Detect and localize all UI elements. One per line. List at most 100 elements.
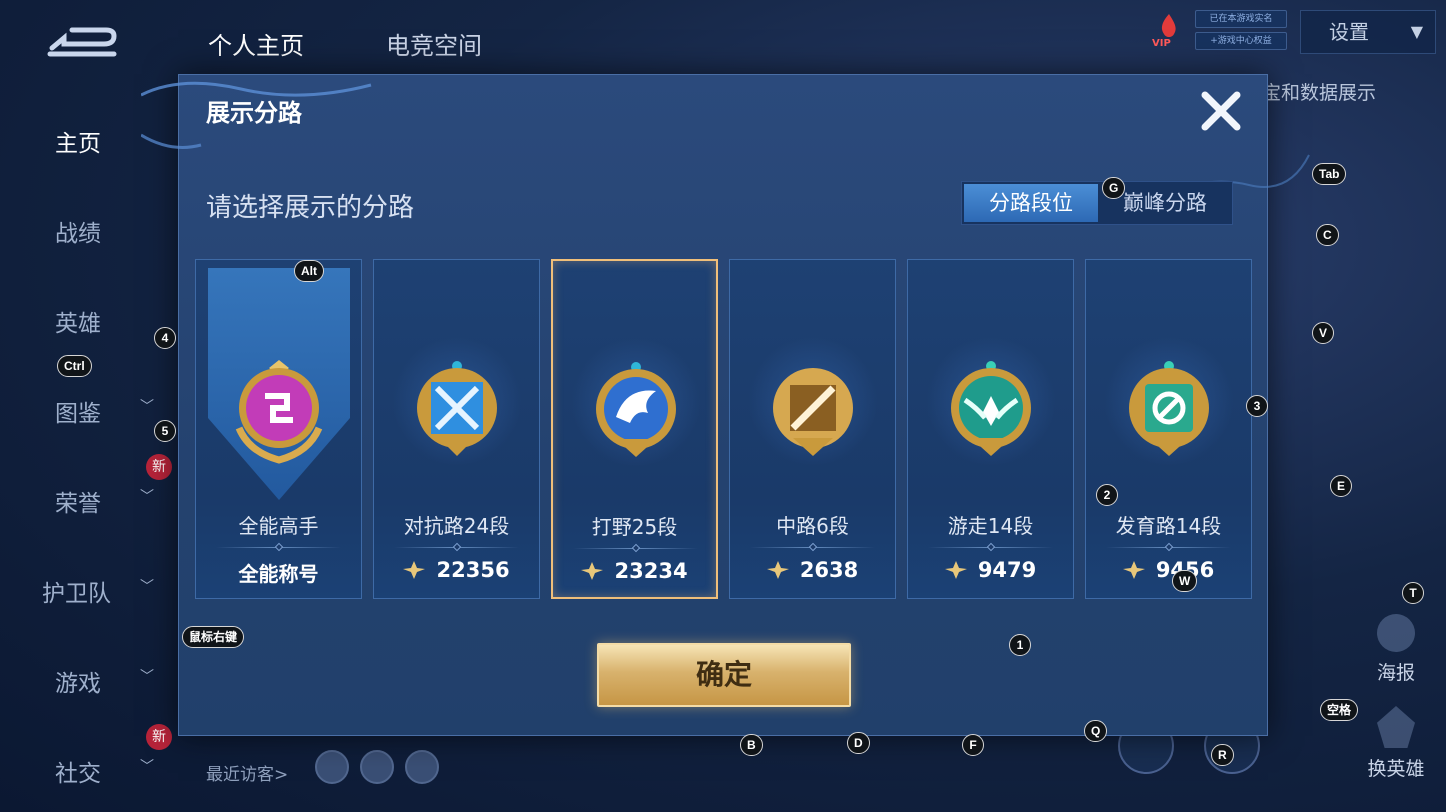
key-hint-r: R [1211,744,1234,766]
lane-card-clash-lane[interactable]: 对抗路24段 22356 [373,259,540,599]
sidebar-item-records[interactable]: 战绩 [0,208,180,248]
lane-label: 中路6段 [776,514,849,538]
lane-display-dialog: 展示分路 请选择展示的分路 分路段位 巅峰分路 全能高手 全能称号 对抗路24段… [141,74,1310,736]
change-hero-label: 换英雄 [1367,758,1425,780]
key-hint-d: D [847,732,870,754]
avatar[interactable] [315,750,349,784]
sidebar-item-codex[interactable]: 图鉴 ﹀ [0,388,180,428]
lane-label: 发育路14段 [1115,514,1222,538]
key-hint-4: 4 [154,327,176,349]
sidebar-item-label: 护卫队 [42,581,111,607]
lane-card-mid-lane[interactable]: 中路6段 2638 [729,259,896,599]
divider [808,542,818,552]
key-hint-g: G [1102,177,1126,199]
sidebar-item-label: 英雄 [55,311,101,337]
dialog-title: 展示分路 [206,99,302,127]
lane-card-roam[interactable]: 游走14段 9479 [907,259,1074,599]
key-hint-alt: Alt [294,260,324,282]
sidebar-item-label: 战绩 [55,221,101,247]
avatar[interactable] [405,750,439,784]
score-row: 23234 [553,559,716,589]
score-value: 2638 [799,558,859,582]
title-row: 全能称号 [196,558,361,588]
key-hint-w: W [1172,570,1198,592]
key-hint-e: E [1330,475,1353,497]
tab-personal-home[interactable]: 个人主页 [208,26,304,61]
lane-card-all-rounder[interactable]: 全能高手 全能称号 [195,259,362,599]
chevron-down-icon: ﹀ [140,579,154,595]
rank-points-icon [581,562,604,580]
rank-points-icon [944,561,967,579]
lane-card-jungle[interactable]: 打野25段 23234 [551,259,718,599]
recent-visitors-link[interactable]: 最近访客> [206,760,288,785]
key-hint-ctrl: Ctrl [57,355,92,377]
sidebar-item-games[interactable]: 游戏 ﹀ [0,658,180,698]
rank-points-icon [403,561,426,579]
jungle-emblem-icon [596,362,676,457]
all-rounder-emblem-icon [235,360,323,464]
key-hint-c: C [1316,224,1339,246]
sidebar: 主页 战绩 英雄 图鉴 ﹀ 荣誉 ﹀ 新 护卫队 ﹀ 游戏 ﹀ 社交 ﹀ 新 [0,90,180,810]
score-value: 22356 [436,558,510,582]
close-icon[interactable] [1197,87,1245,135]
game-center-badge[interactable]: +游戏中心权益 [1195,32,1287,50]
tab-lane-rank[interactable]: 分路段位 [964,184,1098,222]
verified-badge: 已在本游戏实名 [1195,10,1287,28]
sidebar-item-guards[interactable]: 护卫队 ﹀ [0,568,180,608]
sidebar-item-label: 游戏 [55,671,101,697]
key-hint-v: V [1312,322,1335,344]
chevron-down-icon: ▼ [1410,22,1423,41]
key-hint-q: Q [1084,720,1108,742]
chevron-down-icon: ﹀ [140,489,154,505]
tab-esports-space[interactable]: 电竞空间 [386,26,482,61]
key-hint-t: T [1402,582,1424,604]
new-badge: 新 [146,724,172,750]
settings-label: 设置 [1329,20,1369,44]
new-badge: 新 [146,454,172,480]
top-bar: 个人主页 电竞空间 VIP 已在本游戏实名 +游戏中心权益 设置 ▼ [0,0,1446,74]
data-display-hint: 宝和数据展示 [1262,82,1377,104]
lane-label: 游走14段 [947,514,1034,538]
score-row: 2638 [730,558,895,588]
change-hero-button[interactable]: 换英雄 [1360,706,1432,786]
score-value: 9479 [977,558,1037,582]
poster-button[interactable]: 海报 [1366,614,1426,684]
sidebar-item-honor[interactable]: 荣誉 ﹀ 新 [0,454,180,518]
divider [631,543,641,553]
vip-label: VIP [1152,38,1171,49]
lane-card-farm-lane[interactable]: 发育路14段 9456 [1085,259,1252,599]
sidebar-item-label: 社交 [55,761,101,787]
poster-icon [1377,614,1415,652]
selection-prompt: 请选择展示的分路 [206,193,415,223]
divider [986,542,996,552]
sidebar-item-heroes[interactable]: 英雄 [0,298,180,338]
settings-button[interactable]: 设置 ▼ [1300,10,1436,54]
divider [274,542,284,552]
farm-lane-emblem-icon [1129,361,1209,456]
key-hint-1: 1 [1009,634,1031,656]
chevron-down-icon: ﹀ [140,759,154,775]
back-arrow-icon[interactable] [44,22,120,62]
chevron-down-icon: ﹀ [140,669,154,685]
chevron-down-icon: ﹀ [140,399,154,415]
lane-mode-toggle: 分路段位 巅峰分路 [961,181,1233,225]
key-hint-5: 5 [154,420,176,442]
key-hint-2: 2 [1096,484,1118,506]
key-hint-space: 空格 [1320,699,1359,721]
roam-emblem-icon [951,361,1031,456]
score-row: 9479 [908,558,1073,588]
key-hint-b: B [740,734,763,756]
sidebar-item-label: 荣誉 [55,491,101,517]
key-hint-f: F [962,734,984,756]
sidebar-item-home[interactable]: 主页 [0,118,180,158]
key-hint-3: 3 [1246,395,1268,417]
mid-lane-emblem-icon [773,368,853,456]
divider [452,542,462,552]
title-value: 全能称号 [238,562,319,586]
rank-points-icon [1122,561,1145,579]
confirm-button[interactable]: 确定 [597,643,851,707]
avatar[interactable] [360,750,394,784]
key-hint-tab: Tab [1312,163,1347,185]
sidebar-item-social[interactable]: 社交 ﹀ 新 [0,724,180,788]
poster-label: 海报 [1376,662,1415,684]
